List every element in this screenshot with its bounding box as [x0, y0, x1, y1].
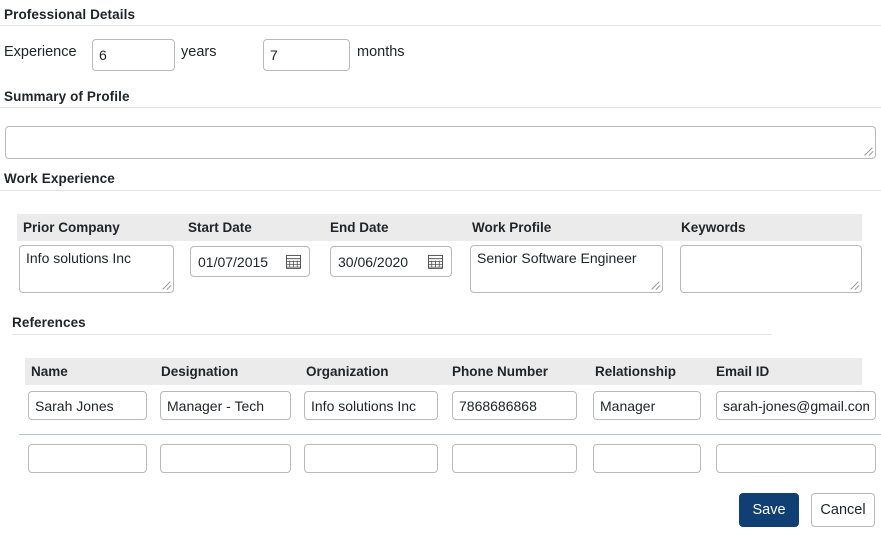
reference-organization-input-row-1[interactable] [304, 391, 438, 420]
summary-of-profile-heading: Summary of Profile [4, 89, 130, 104]
reference-phone-number-input-row-2[interactable] [452, 444, 577, 473]
column-header-end-date: End Date [330, 220, 389, 235]
work-experience-heading: Work Experience [4, 171, 115, 186]
summary-of-profile-field-wrap [5, 126, 876, 159]
cancel-button[interactable]: Cancel [811, 493, 875, 527]
experience-months-input[interactable] [263, 39, 350, 71]
column-header-work-profile: Work Profile [472, 220, 552, 235]
reference-name-input-row-1[interactable] [28, 391, 147, 420]
save-button[interactable]: Save [739, 493, 799, 527]
summary-of-profile-textarea[interactable] [5, 126, 876, 159]
references-divider [12, 334, 772, 335]
start-date-input[interactable] [191, 253, 282, 270]
experience-months-unit-label: months [357, 44, 405, 60]
prior-company-textarea[interactable] [19, 245, 174, 293]
references-heading: References [12, 315, 86, 330]
column-header-phone-number: Phone Number [452, 364, 549, 379]
column-header-start-date: Start Date [188, 220, 252, 235]
reference-email-id-input-row-1[interactable] [716, 391, 876, 420]
professional-details-heading: Professional Details [4, 7, 136, 22]
column-header-name: Name [31, 364, 68, 379]
work-profile-textarea[interactable] [470, 245, 663, 293]
end-date-input[interactable] [331, 253, 424, 270]
start-date-field[interactable] [190, 246, 310, 277]
keywords-textarea[interactable] [680, 245, 862, 293]
column-header-relationship: Relationship [595, 364, 677, 379]
column-header-prior-company: Prior Company [23, 220, 120, 235]
column-header-keywords: Keywords [681, 220, 746, 235]
column-header-organization: Organization [306, 364, 389, 379]
reference-designation-input-row-2[interactable] [160, 444, 291, 473]
column-header-email-id: Email ID [716, 364, 770, 379]
reference-name-input-row-2[interactable] [28, 444, 147, 473]
keywords-field-wrap [680, 245, 862, 293]
professional-details-divider [0, 25, 881, 26]
experience-label: Experience [4, 44, 77, 60]
prior-company-field-wrap [19, 245, 174, 293]
calendar-icon[interactable] [424, 254, 446, 269]
reference-organization-input-row-2[interactable] [304, 444, 438, 473]
experience-years-input[interactable] [92, 39, 175, 71]
experience-years-unit-label: years [181, 44, 217, 60]
work-profile-field-wrap [470, 245, 663, 293]
work-experience-divider [0, 190, 881, 191]
references-row-divider [19, 434, 881, 435]
reference-designation-input-row-1[interactable] [160, 391, 291, 420]
reference-email-id-input-row-2[interactable] [716, 444, 876, 473]
reference-phone-number-input-row-1[interactable] [452, 391, 577, 420]
reference-relationship-input-row-2[interactable] [593, 444, 701, 473]
summary-of-profile-divider [0, 107, 881, 108]
reference-relationship-input-row-1[interactable] [593, 391, 701, 420]
calendar-icon[interactable] [282, 254, 304, 269]
end-date-field[interactable] [330, 246, 452, 277]
column-header-designation: Designation [161, 364, 239, 379]
